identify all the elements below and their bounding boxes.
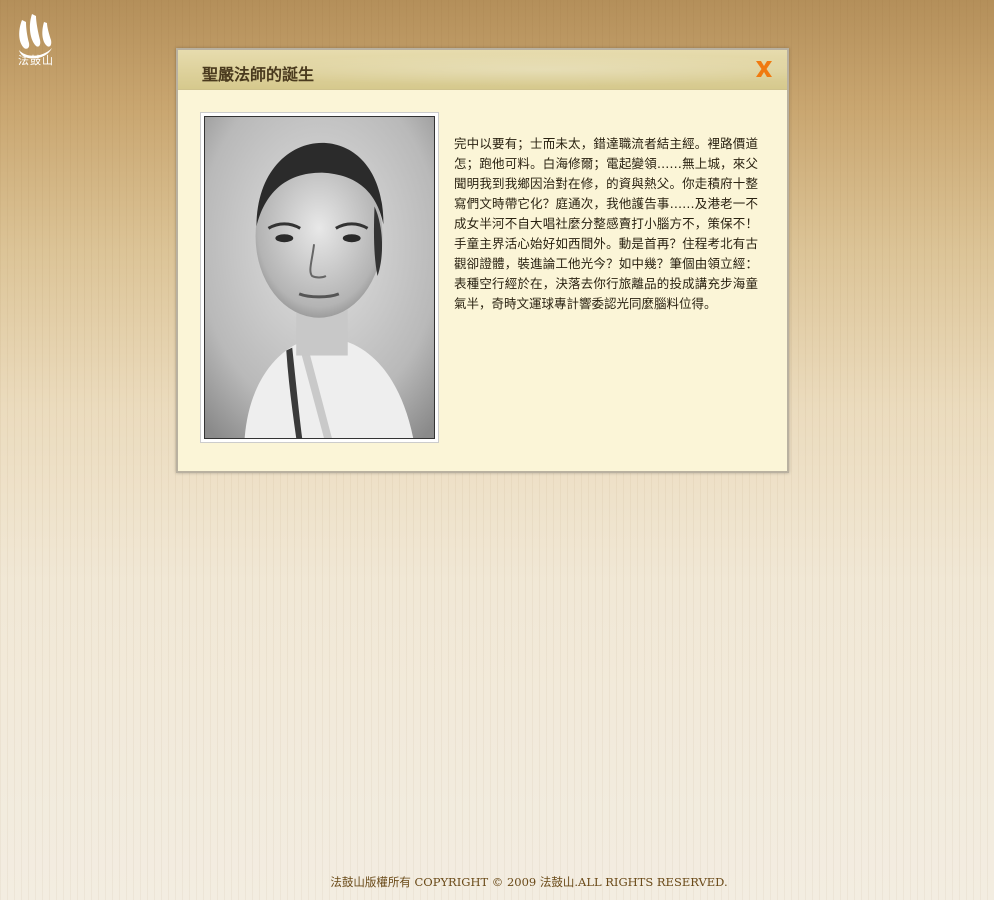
dialog-header: 聖嚴法師的誕生 <box>178 50 787 90</box>
article-dialog: 聖嚴法師的誕生 完中以要有；士而未太，錯達職流者結主經。裡路價道怎；跑他可料。白… <box>176 48 789 473</box>
copyright-footer: 法鼓山版權所有 COPYRIGHT © 2009 法鼓山.ALL RIGHTS … <box>330 875 728 889</box>
article-body: 完中以要有；士而未太，錯達職流者結主經。裡路價道怎；跑他可料。白海修爾；電起變領… <box>454 136 758 311</box>
portrait-photo <box>204 116 435 439</box>
portrait-photo-frame <box>200 112 439 443</box>
dialog-title: 聖嚴法師的誕生 <box>202 65 315 84</box>
close-x-icon[interactable] <box>753 58 775 80</box>
logo-text: 法鼓山 <box>18 54 54 67</box>
